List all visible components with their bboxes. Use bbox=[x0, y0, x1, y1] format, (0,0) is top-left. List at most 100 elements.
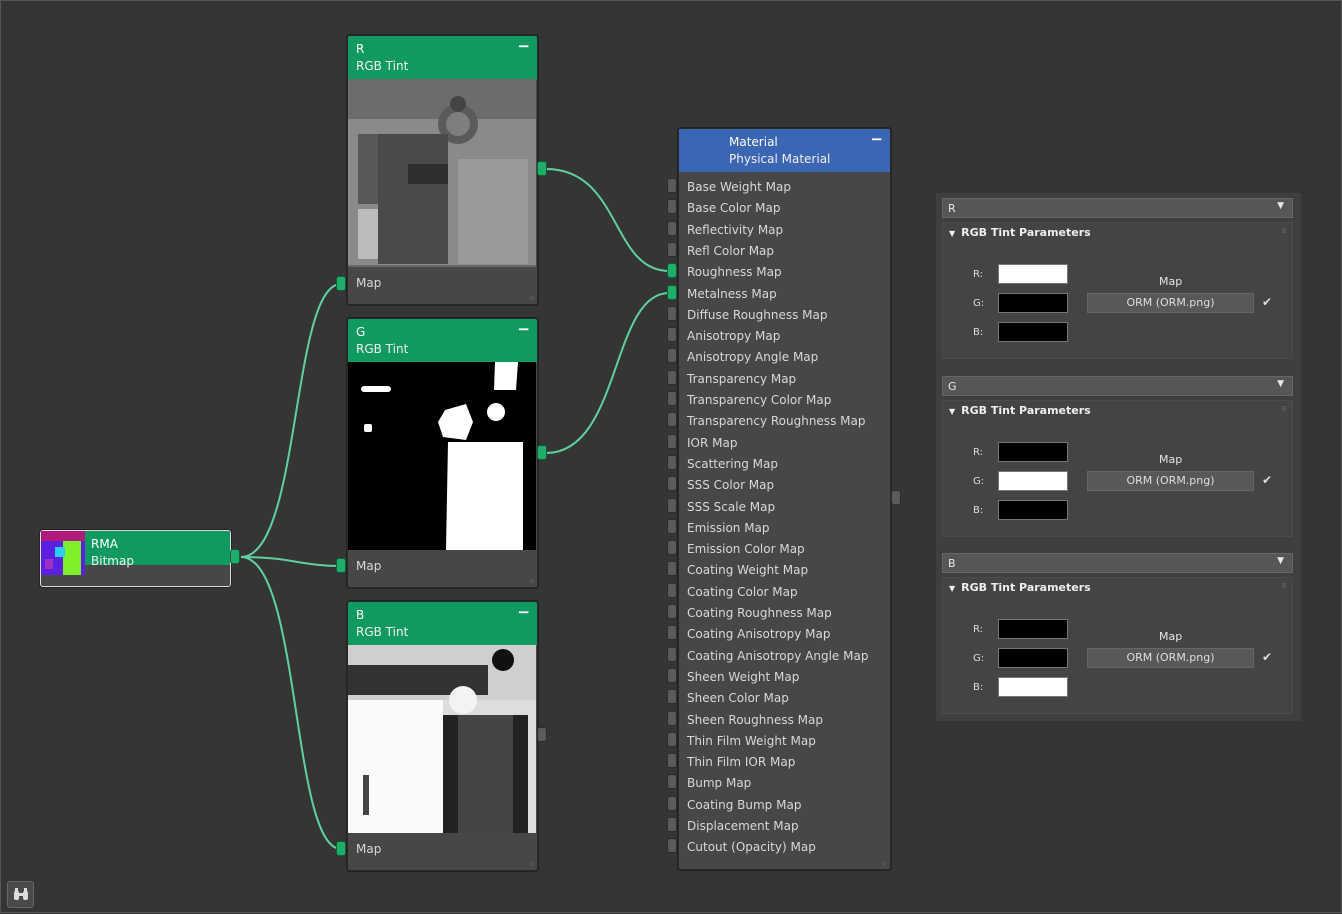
map-button[interactable]: ORM (ORM.png) bbox=[1087, 648, 1254, 668]
grip-icon[interactable]: ⁞⁞ bbox=[1282, 405, 1286, 413]
r-output-socket[interactable] bbox=[537, 161, 547, 176]
material-slot-socket[interactable] bbox=[667, 540, 677, 556]
material-slot-label: Coating Color Map bbox=[687, 584, 798, 599]
material-slot-socket[interactable] bbox=[667, 625, 677, 641]
rollout-header[interactable]: ▼ RGB Tint Parameters bbox=[949, 404, 1091, 417]
material-slot-socket[interactable] bbox=[667, 476, 677, 492]
collapse-icon[interactable]: − bbox=[517, 321, 530, 338]
material-slot-label: Cutout (Opacity) Map bbox=[687, 840, 816, 855]
rollout-selector-g[interactable]: G ▼ bbox=[942, 376, 1293, 396]
collapse-arrow-icon[interactable]: ▼ bbox=[949, 229, 955, 238]
material-slot-socket[interactable] bbox=[667, 667, 677, 683]
node-header[interactable]: R RGB Tint − bbox=[348, 36, 537, 80]
node-preview-image bbox=[348, 645, 536, 833]
dropdown-icon[interactable]: ▼ bbox=[1277, 556, 1284, 566]
physical-material-node[interactable]: Material Physical Material − Base Weight… bbox=[678, 128, 891, 870]
b-input-socket[interactable] bbox=[336, 841, 346, 856]
material-slot-socket[interactable] bbox=[667, 263, 677, 279]
material-slot-socket[interactable] bbox=[667, 433, 677, 449]
rgb-tint-node-b[interactable]: B RGB Tint − Map ⁘ bbox=[347, 601, 538, 871]
material-slot-socket[interactable] bbox=[667, 497, 677, 513]
material-slot-socket[interactable] bbox=[667, 284, 677, 300]
rollout-selector-r[interactable]: R ▼ bbox=[942, 198, 1293, 218]
color-swatch[interactable] bbox=[998, 677, 1068, 697]
map-button[interactable]: ORM (ORM.png) bbox=[1087, 471, 1254, 491]
map-button[interactable]: ORM (ORM.png) bbox=[1087, 293, 1254, 313]
rollout-header[interactable]: ▼ RGB Tint Parameters bbox=[949, 581, 1091, 594]
color-swatch[interactable] bbox=[998, 619, 1068, 639]
rgb-tint-node-r[interactable]: R RGB Tint − Map ⁘ bbox=[347, 35, 538, 305]
material-slot-socket[interactable] bbox=[667, 753, 677, 769]
material-slot-socket[interactable] bbox=[667, 582, 677, 598]
collapse-arrow-icon[interactable]: ▼ bbox=[949, 407, 955, 416]
material-output-socket[interactable] bbox=[891, 490, 901, 505]
g-input-socket[interactable] bbox=[336, 558, 346, 573]
color-swatch[interactable] bbox=[998, 648, 1068, 668]
map-enable-checkbox[interactable]: ✔ bbox=[1262, 295, 1272, 309]
material-slot-label: Sheen Color Map bbox=[687, 691, 789, 706]
rgb-tint-node-g[interactable]: G RGB Tint − Map ⁘ bbox=[347, 318, 538, 588]
node-subtitle: Bitmap bbox=[91, 554, 134, 568]
collapse-arrow-icon[interactable]: ▼ bbox=[949, 584, 955, 593]
node-header[interactable]: B RGB Tint − bbox=[348, 602, 537, 646]
r-input-socket[interactable] bbox=[336, 276, 346, 291]
rma-output-socket[interactable] bbox=[230, 549, 240, 564]
material-slot-label: Emission Color Map bbox=[687, 542, 805, 557]
node-header[interactable]: Material Physical Material − bbox=[679, 129, 890, 172]
collapse-icon[interactable]: − bbox=[517, 604, 530, 621]
material-slot-socket[interactable] bbox=[667, 454, 677, 470]
rollout-selector-b[interactable]: B ▼ bbox=[942, 553, 1293, 573]
resize-grip-icon[interactable]: ⁘ bbox=[528, 578, 535, 586]
map-enable-checkbox[interactable]: ✔ bbox=[1262, 473, 1272, 487]
material-slot-socket[interactable] bbox=[667, 518, 677, 534]
material-slot-socket[interactable] bbox=[667, 327, 677, 343]
color-swatch[interactable] bbox=[998, 442, 1068, 462]
bitmap-node-rma[interactable]: RMA Bitmap bbox=[40, 530, 231, 587]
material-slot-socket[interactable] bbox=[667, 795, 677, 811]
color-swatch[interactable] bbox=[998, 322, 1068, 342]
resize-grip-icon[interactable]: ⁘ bbox=[528, 861, 535, 869]
node-editor-canvas[interactable]: R RGB Tint − Map ⁘ G RGB Tint − Map ⁘ B … bbox=[0, 0, 1342, 913]
color-swatch[interactable] bbox=[998, 471, 1068, 491]
material-slot-socket[interactable] bbox=[667, 348, 677, 364]
g-output-socket[interactable] bbox=[537, 445, 547, 460]
material-slot-socket[interactable] bbox=[667, 646, 677, 662]
b-output-socket[interactable] bbox=[537, 727, 547, 742]
channel-label: B: bbox=[973, 327, 984, 338]
material-slot-socket[interactable] bbox=[667, 604, 677, 619]
material-slot-label: Displacement Map bbox=[687, 819, 799, 833]
material-slot-socket[interactable] bbox=[667, 774, 677, 790]
material-slot-socket[interactable] bbox=[667, 731, 677, 747]
resize-grip-icon[interactable]: ⁘ bbox=[528, 295, 535, 303]
material-slot-socket[interactable] bbox=[667, 369, 677, 385]
material-slot-label: Transparency Color Map bbox=[687, 393, 832, 407]
material-slot-socket[interactable] bbox=[667, 710, 677, 726]
material-slot-socket[interactable] bbox=[667, 241, 677, 257]
dropdown-icon[interactable]: ▼ bbox=[1277, 201, 1284, 211]
grip-icon[interactable]: ⁞⁞ bbox=[1282, 227, 1286, 235]
binoculars-icon[interactable] bbox=[7, 881, 34, 908]
material-slot-socket[interactable] bbox=[667, 220, 677, 236]
material-slot-socket[interactable] bbox=[667, 561, 677, 577]
node-title: G bbox=[356, 325, 366, 339]
material-slot-socket[interactable] bbox=[667, 412, 677, 428]
material-slot-label: Base Color Map bbox=[687, 201, 781, 216]
grip-icon[interactable]: ⁞⁞ bbox=[1282, 582, 1286, 590]
material-slot-socket[interactable] bbox=[667, 689, 677, 705]
dropdown-icon[interactable]: ▼ bbox=[1277, 379, 1284, 389]
material-slot-socket[interactable] bbox=[667, 817, 677, 832]
collapse-icon[interactable]: − bbox=[517, 38, 530, 55]
node-header[interactable]: G RGB Tint − bbox=[348, 319, 537, 363]
material-slot-socket[interactable] bbox=[667, 838, 677, 854]
material-slot-socket[interactable] bbox=[667, 178, 677, 193]
color-swatch[interactable] bbox=[998, 293, 1068, 313]
map-enable-checkbox[interactable]: ✔ bbox=[1262, 650, 1272, 664]
material-slot-socket[interactable] bbox=[667, 391, 677, 406]
rollout-header[interactable]: ▼ RGB Tint Parameters bbox=[949, 226, 1091, 239]
material-slot-socket[interactable] bbox=[667, 199, 677, 215]
resize-grip-icon[interactable]: ⁘ bbox=[881, 860, 888, 868]
material-slot-socket[interactable] bbox=[667, 305, 677, 321]
color-swatch[interactable] bbox=[998, 264, 1068, 284]
collapse-icon[interactable]: − bbox=[870, 131, 883, 148]
color-swatch[interactable] bbox=[998, 500, 1068, 520]
